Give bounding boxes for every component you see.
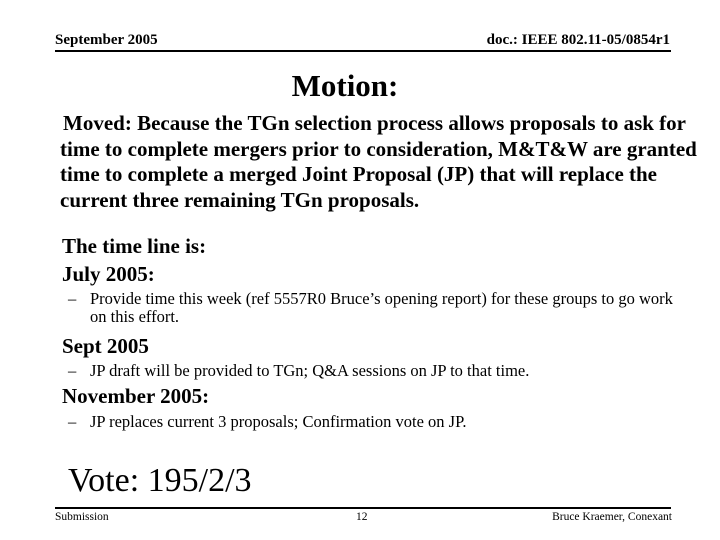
footer-page-number: 12 [356,511,368,523]
footer-author: Bruce Kraemer, Conexant [552,511,672,523]
vote-result: Vote: 195/2/3 [68,462,252,499]
milestone-heading-sept: Sept 2005 [62,334,149,358]
milestone-heading-july: July 2005: [62,262,155,286]
milestone-detail-text: JP replaces current 3 proposals; Confirm… [90,412,467,431]
dash-bullet-icon: – [68,289,77,308]
milestone-detail-november: – JP replaces current 3 proposals; Confi… [68,413,688,431]
header-date: September 2005 [55,32,158,48]
header-rule [55,50,671,52]
dash-bullet-icon: – [68,412,77,431]
timeline-intro: The time line is: [62,234,207,258]
moved-paragraph: Moved: Because the TGn selection process… [60,111,697,212]
footer-submission: Submission [55,511,109,523]
header-doc-id: doc.: IEEE 802.11-05/0854r1 [486,32,670,48]
milestone-detail-text: JP draft will be provided to TGn; Q&A se… [90,361,530,380]
slide-title: Motion: [291,68,399,103]
milestone-heading-november: November 2005: [62,384,210,408]
milestone-detail-text: Provide time this week (ref 5557R0 Bruce… [90,289,673,326]
footer-rule [55,507,671,509]
dash-bullet-icon: – [68,361,77,380]
milestone-detail-july: – Provide time this week (ref 5557R0 Bru… [68,290,688,326]
milestone-detail-sept: – JP draft will be provided to TGn; Q&A … [68,362,688,380]
